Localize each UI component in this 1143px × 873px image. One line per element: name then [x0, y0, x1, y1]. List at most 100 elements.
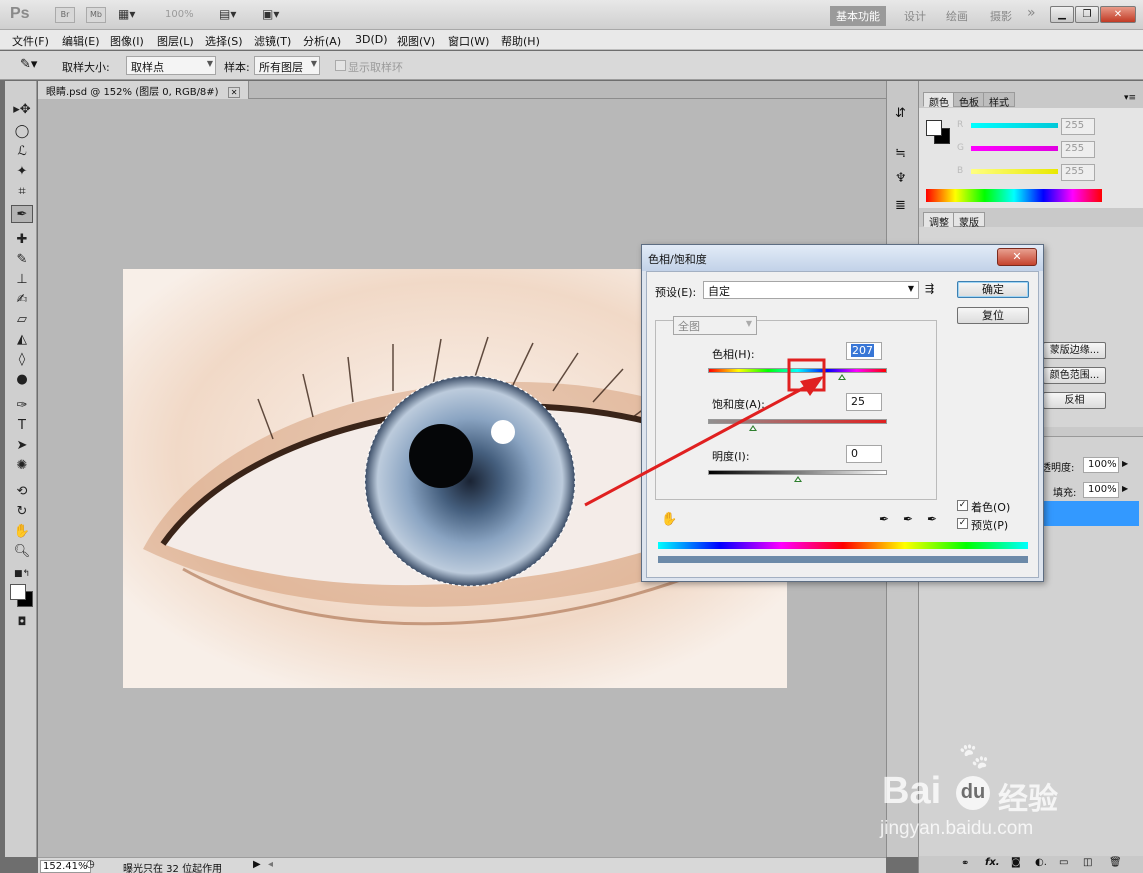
clone-source-icon[interactable]: ♆: [895, 171, 907, 186]
menu-select[interactable]: 选择(S): [205, 33, 243, 49]
colorize-checkbox[interactable]: ✓: [957, 500, 968, 511]
g-value[interactable]: 255: [1061, 141, 1095, 158]
3d-rotate-tool-icon[interactable]: ⟲: [11, 483, 33, 501]
hue-slider-thumb[interactable]: [838, 374, 847, 380]
menu-filter[interactable]: 滤镜(T): [254, 33, 291, 49]
menu-3d[interactable]: 3D(D): [355, 33, 388, 46]
menu-window[interactable]: 窗口(W): [448, 33, 489, 49]
blur-tool-icon[interactable]: ◊: [11, 351, 33, 369]
link-layers-icon[interactable]: ⚭: [961, 858, 969, 869]
workspace-essentials[interactable]: 基本功能: [830, 6, 886, 26]
b-slider[interactable]: [971, 169, 1058, 174]
eyedropper-preset-icon[interactable]: ✎▾: [20, 57, 37, 72]
eyedropper-subtract-icon[interactable]: ✒: [927, 512, 937, 526]
mini-bridge-button[interactable]: Mb: [86, 7, 106, 23]
group-icon[interactable]: ▭: [1059, 857, 1068, 868]
shape-tool-icon[interactable]: ✺: [11, 457, 33, 475]
fill-field[interactable]: 100%: [1083, 482, 1119, 498]
menu-layer[interactable]: 图层(L): [157, 33, 194, 49]
r-value[interactable]: 255: [1061, 118, 1095, 135]
close-icon[interactable]: ✕: [227, 87, 241, 98]
crop-tool-icon[interactable]: ⌗: [11, 183, 33, 201]
adjustment-layer-icon[interactable]: ◐.: [1035, 857, 1047, 868]
tab-masks[interactable]: 蒙版: [953, 212, 985, 229]
restore-button[interactable]: ❐: [1075, 6, 1099, 23]
eyedropper-tool-icon[interactable]: ✒: [11, 205, 33, 223]
layer-row-selected[interactable]: [1041, 501, 1139, 526]
delete-layer-icon[interactable]: 🗑︎: [1109, 857, 1122, 868]
lightness-slider[interactable]: [708, 470, 887, 475]
workspace-photography[interactable]: 摄影: [990, 8, 1012, 24]
workspace-more-button[interactable]: »: [1027, 5, 1036, 21]
menu-file[interactable]: 文件(F): [12, 33, 49, 49]
opacity-field[interactable]: 100%: [1083, 457, 1119, 473]
ok-button[interactable]: 确定: [957, 281, 1029, 298]
paragraph-icon[interactable]: ≣: [895, 198, 906, 213]
sample-select[interactable]: 所有图层 ▼: [254, 56, 320, 75]
zoom-level[interactable]: 100%: [165, 9, 194, 20]
invert-button[interactable]: 反相: [1043, 392, 1106, 409]
fx-icon[interactable]: fx.: [985, 857, 1000, 868]
tab-adjustments[interactable]: 调整: [923, 212, 955, 229]
hue-slider[interactable]: [708, 368, 887, 373]
paint-bucket-tool-icon[interactable]: ◭: [11, 331, 33, 349]
dodge-tool-icon[interactable]: ●: [11, 371, 33, 389]
saturation-slider[interactable]: [708, 419, 887, 424]
menu-edit[interactable]: 编辑(E): [62, 33, 100, 49]
brush-tool-icon[interactable]: ✎: [11, 251, 33, 269]
color-range-button[interactable]: 颜色范围...: [1043, 367, 1106, 384]
spot-healing-tool-icon[interactable]: ✚: [11, 231, 33, 249]
tab-swatches[interactable]: 色板: [953, 92, 985, 109]
reset-button[interactable]: 复位: [957, 307, 1029, 324]
path-selection-tool-icon[interactable]: ➤: [11, 437, 33, 455]
menu-image[interactable]: 图像(I): [110, 33, 144, 49]
document-tab[interactable]: 眼睛.psd @ 152% (图层 0, RGB/8#) ✕: [38, 81, 250, 99]
history-brush-tool-icon[interactable]: ✍: [11, 291, 33, 309]
view-extras-button[interactable]: ▦▾: [118, 7, 148, 23]
eraser-tool-icon[interactable]: ▱: [11, 311, 33, 329]
fill-arrow-icon[interactable]: ▶: [1122, 484, 1128, 493]
panel-menu-icon[interactable]: ▾≡: [1124, 93, 1136, 103]
show-ring-checkbox[interactable]: [335, 60, 346, 71]
hand-tool-icon[interactable]: ✋: [11, 523, 33, 541]
lasso-tool-icon[interactable]: ℒ: [11, 143, 33, 161]
new-layer-icon[interactable]: ◫: [1083, 857, 1092, 868]
preset-select[interactable]: 自定 ▼: [703, 281, 919, 299]
zoom-tool-icon[interactable]: 🔍︎: [11, 543, 33, 561]
mask-edge-button[interactable]: 蒙版边缘...: [1043, 342, 1106, 359]
close-window-button[interactable]: ✕: [1100, 6, 1136, 23]
saturation-slider-thumb[interactable]: [748, 425, 757, 431]
workspace-painting[interactable]: 绘画: [946, 8, 968, 24]
lightness-field[interactable]: 0: [846, 445, 882, 463]
ellipse-marquee-tool-icon[interactable]: ◯: [11, 123, 33, 141]
status-info-icon[interactable]: ◷: [86, 859, 95, 870]
menu-analysis[interactable]: 分析(A): [303, 33, 341, 49]
g-slider[interactable]: [971, 146, 1058, 151]
target-adjust-hand-icon[interactable]: ✋: [661, 512, 677, 527]
quick-mask-icon[interactable]: ◘: [11, 613, 33, 631]
brush-presets-icon[interactable]: ≒: [895, 146, 906, 161]
sample-size-select[interactable]: 取样点 ▼: [126, 56, 216, 75]
hue-field[interactable]: 207: [846, 342, 882, 360]
eyedropper-icon[interactable]: ✒: [879, 512, 889, 526]
preview-checkbox[interactable]: ✓: [957, 518, 968, 529]
tab-styles[interactable]: 样式: [983, 92, 1015, 109]
minimize-button[interactable]: ▁: [1050, 6, 1074, 23]
dialog-close-button[interactable]: ✕: [997, 248, 1037, 266]
fg-color-swatch[interactable]: [926, 120, 942, 136]
clone-stamp-tool-icon[interactable]: ⊥: [11, 271, 33, 289]
foreground-color-swatch[interactable]: [10, 584, 26, 600]
menu-view[interactable]: 视图(V): [397, 33, 435, 49]
tab-color[interactable]: 颜色: [923, 92, 955, 109]
move-tool-icon[interactable]: ▸✥: [11, 101, 33, 119]
b-value[interactable]: 255: [1061, 164, 1095, 181]
preset-options-icon[interactable]: ⇶: [925, 282, 934, 295]
color-ramp[interactable]: [926, 189, 1102, 202]
3d-orbit-tool-icon[interactable]: ↻: [11, 503, 33, 521]
screen-mode-button[interactable]: ▣▾: [262, 7, 292, 23]
status-zoom[interactable]: 152.41%: [40, 860, 91, 873]
dialog-title-bar[interactable]: 色相/饱和度 ✕: [642, 245, 1043, 271]
magic-wand-tool-icon[interactable]: ✦: [11, 163, 33, 181]
workspace-design[interactable]: 设计: [904, 8, 926, 24]
default-colors-icon[interactable]: ■↰: [11, 565, 33, 583]
